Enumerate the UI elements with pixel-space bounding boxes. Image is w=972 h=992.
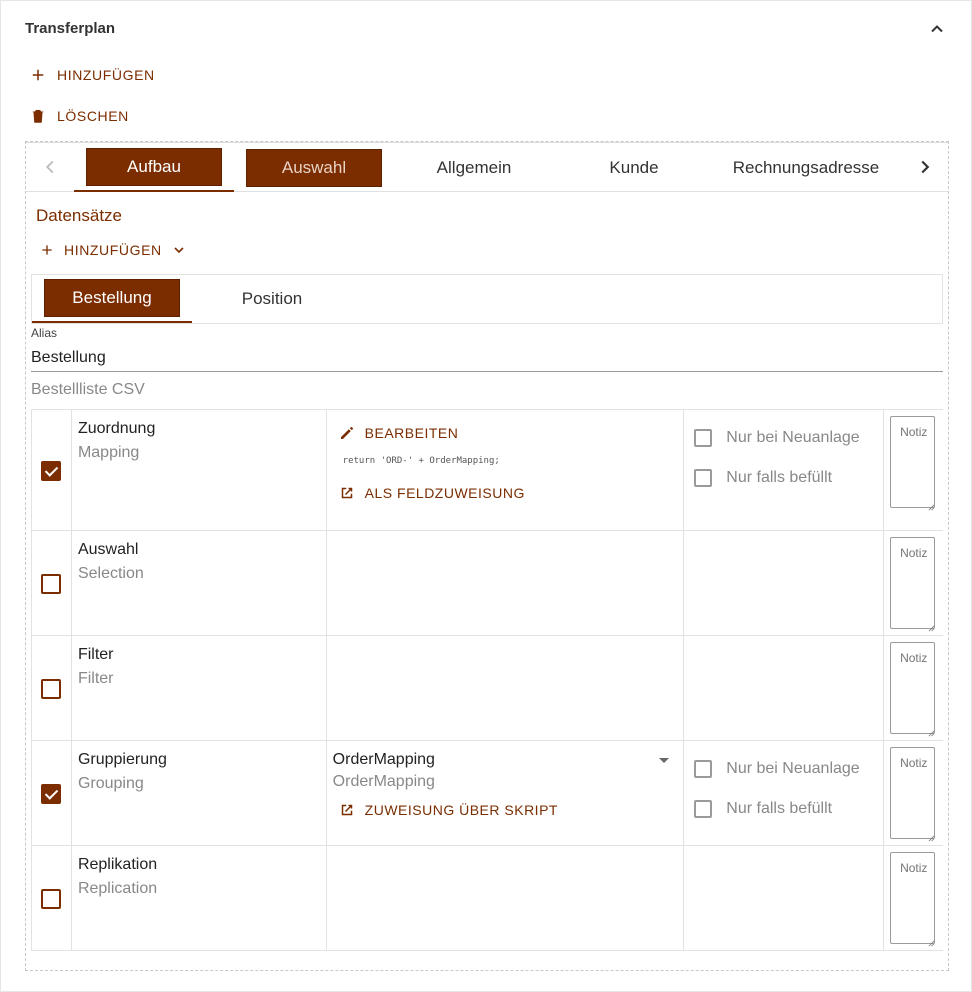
- field-assignment-button[interactable]: ALS FELDZUWEISUNG: [338, 484, 678, 502]
- tab-kunde[interactable]: Kunde: [554, 143, 714, 192]
- row-checkbox[interactable]: [41, 889, 61, 909]
- option-new-only[interactable]: Nur bei Neuanlage: [694, 749, 873, 789]
- table-row: Replikation Replication: [32, 846, 943, 951]
- open-external-icon: [341, 487, 352, 499]
- row-checkbox[interactable]: [41, 679, 61, 699]
- plus-icon: [32, 69, 44, 81]
- note-textarea[interactable]: [890, 537, 936, 629]
- row-name: Replikation: [77, 856, 158, 873]
- add-button[interactable]: HINZUFÜGEN: [29, 66, 155, 84]
- add-dataset-button[interactable]: HINZUFÜGEN: [39, 242, 187, 258]
- resize-handle-icon[interactable]: [928, 625, 935, 632]
- chevron-right-icon[interactable]: [914, 156, 936, 178]
- row-sub: Replication: [77, 880, 158, 897]
- resize-handle-icon[interactable]: [928, 940, 935, 947]
- open-external-icon: [341, 804, 352, 816]
- select-sub: OrderMapping: [332, 773, 435, 790]
- dropdown-arrow-icon: [659, 757, 670, 763]
- alias-input[interactable]: [31, 344, 943, 372]
- delete-button[interactable]: LÖSCHEN: [29, 107, 129, 125]
- subtab-bestellung[interactable]: Bestellung: [32, 275, 192, 323]
- table-row: Auswahl Selection: [32, 531, 943, 636]
- script-code: return 'ORD-' + OrderMapping;: [342, 456, 500, 466]
- dataset-subtabs: Bestellung Position: [31, 274, 943, 324]
- row-checkbox[interactable]: [41, 784, 61, 804]
- chevron-down-icon: [174, 247, 184, 254]
- dataset-description: Bestellliste CSV: [31, 381, 145, 398]
- option-checkbox[interactable]: [694, 760, 713, 778]
- tab-aufbau[interactable]: Aufbau: [74, 143, 234, 192]
- script-assignment-button[interactable]: ZUWEISUNG ÜBER SKRIPT: [338, 801, 678, 819]
- option-checkbox[interactable]: [694, 800, 713, 818]
- tab-auswahl[interactable]: Auswahl: [246, 143, 382, 192]
- tab-rechnungsadresse[interactable]: Rechnungsadresse: [714, 143, 898, 192]
- chevron-up-icon[interactable]: [927, 19, 947, 39]
- table-row: Gruppierung Grouping OrderMapping OrderM…: [32, 741, 943, 846]
- note-textarea[interactable]: [890, 747, 936, 839]
- edit-button[interactable]: BEARBEITEN: [338, 424, 678, 442]
- option-if-filled[interactable]: Nur falls befüllt: [694, 458, 873, 498]
- alias-label: Alias: [31, 326, 58, 340]
- note-textarea[interactable]: [890, 852, 936, 944]
- option-checkbox[interactable]: [694, 429, 713, 447]
- row-checkbox[interactable]: [41, 461, 61, 481]
- chevron-left-icon[interactable]: [39, 156, 61, 178]
- resize-handle-icon[interactable]: [928, 504, 935, 511]
- row-sub: Mapping: [77, 444, 140, 461]
- row-sub: Grouping: [77, 775, 144, 792]
- tab-allgemein[interactable]: Allgemein: [394, 143, 554, 192]
- plus-icon: [42, 245, 52, 255]
- row-name: Gruppierung: [77, 751, 167, 768]
- option-checkbox[interactable]: [694, 469, 713, 487]
- add-button-label: HINZUFÜGEN: [57, 67, 155, 83]
- subtab-position[interactable]: Position: [192, 275, 352, 323]
- resize-handle-icon[interactable]: [928, 835, 935, 842]
- table-row: Filter Filter: [32, 636, 943, 741]
- row-name: Zuordnung: [77, 420, 156, 437]
- panel-title: Transferplan: [25, 20, 116, 37]
- row-sub: Selection: [77, 565, 144, 582]
- row-sub: Filter: [77, 670, 114, 687]
- option-if-filled[interactable]: Nur falls befüllt: [694, 789, 873, 829]
- note-textarea[interactable]: [890, 416, 936, 508]
- table-row: Zuordnung Mapping BEARBEITEN return 'ORD…: [32, 410, 943, 531]
- delete-button-label: LÖSCHEN: [57, 108, 129, 124]
- mapping-select[interactable]: OrderMapping: [333, 751, 678, 769]
- datasets-title: Datensätze: [36, 206, 122, 225]
- trash-icon: [32, 110, 44, 123]
- option-new-only[interactable]: Nur bei Neuanlage: [694, 418, 873, 458]
- row-name: Auswahl: [77, 541, 139, 558]
- settings-grid: Zuordnung Mapping BEARBEITEN return 'ORD…: [31, 409, 943, 951]
- add-dataset-label: HINZUFÜGEN: [64, 242, 162, 258]
- row-name: Filter: [77, 646, 114, 663]
- tabs-container: Aufbau Auswahl Allgemein Kunde Rechnungs…: [25, 141, 949, 971]
- pencil-icon: [340, 427, 353, 439]
- transferplan-panel: Transferplan HINZUFÜGEN LÖSCHEN Aufbau A…: [0, 0, 972, 992]
- resize-handle-icon[interactable]: [928, 730, 935, 737]
- row-checkbox[interactable]: [41, 574, 61, 594]
- tab-bar: Aufbau Auswahl Allgemein Kunde Rechnungs…: [26, 142, 948, 192]
- note-textarea[interactable]: [890, 642, 936, 734]
